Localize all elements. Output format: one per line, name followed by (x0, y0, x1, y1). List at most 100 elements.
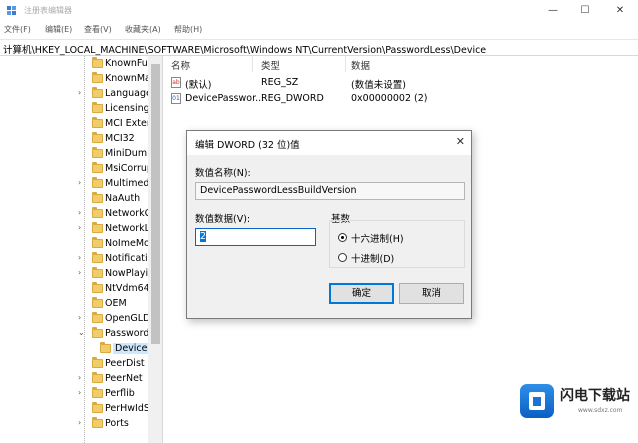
folder-icon (92, 207, 103, 218)
table-row[interactable]: 01 DevicePasswor... REG_DWORD 0x00000002… (165, 92, 638, 107)
value-data: 0x00000002 (2) (351, 93, 428, 104)
tree-item-label: NtVdm64 (105, 283, 150, 294)
folder-icon (92, 192, 103, 203)
minimize-button[interactable]: — (538, 0, 568, 22)
tree-item-label: Multimedi (105, 178, 152, 189)
folder-icon (92, 57, 103, 68)
chevron-right-icon[interactable]: › (78, 223, 81, 232)
value-data-text: 2 (200, 231, 207, 242)
menu-view[interactable]: 查看(V) (84, 24, 112, 35)
tree-item-label: NoImeMo (105, 238, 150, 249)
tree-item-label: MsiCorrup (105, 163, 153, 174)
tree-item-label: NaAuth (105, 193, 141, 204)
value-type: REG_SZ (261, 77, 299, 88)
menu-bar: 文件(F) 编辑(E) 查看(V) 收藏夹(A) 帮助(H) (0, 22, 638, 39)
tree-item-label: OpenGLDr (105, 313, 155, 324)
chevron-down-icon[interactable]: ⌄ (78, 328, 85, 337)
base-groupbox: 十六进制(H) 十进制(D) (329, 220, 465, 268)
table-row[interactable]: ab (默认) REG_SZ (数值未设置) (165, 76, 638, 91)
chevron-right-icon[interactable]: › (78, 388, 81, 397)
folder-icon (92, 87, 103, 98)
tree-item-label: OEM (105, 298, 127, 309)
chevron-right-icon[interactable]: › (78, 178, 81, 187)
watermark-logo-icon (520, 384, 554, 418)
radio-decimal-label: 十进制(D) (351, 254, 395, 265)
value-name-label: 数值名称(N): (195, 168, 251, 179)
tree-scrollbar[interactable] (148, 56, 162, 443)
radio-hexadecimal[interactable]: 十六进制(H) (338, 231, 448, 245)
tree-item-label: PeerDist (105, 358, 145, 369)
menu-edit[interactable]: 编辑(E) (45, 24, 72, 35)
menu-help[interactable]: 帮助(H) (174, 24, 202, 35)
column-separator[interactable] (252, 56, 253, 72)
chevron-right-icon[interactable]: › (78, 253, 81, 262)
site-watermark: 闪电下载站 www.sdxz.com (520, 382, 638, 422)
registry-editor-icon (7, 6, 16, 15)
tree-item-label: MCI32 (105, 133, 135, 144)
watermark-brand: 闪电下载站 (560, 388, 630, 404)
title-bar: 注册表编辑器 — ☐ ✕ (0, 0, 638, 22)
folder-icon (92, 72, 103, 83)
column-header-data[interactable]: 数据 (351, 58, 370, 72)
address-path[interactable]: 计算机\HKEY_LOCAL_MACHINE\SOFTWARE\Microsof… (3, 42, 486, 56)
dialog-title: 编辑 DWORD (32 位)值 (195, 140, 300, 151)
radio-decimal[interactable]: 十进制(D) (338, 251, 448, 265)
chevron-right-icon[interactable]: › (78, 418, 81, 427)
ok-button[interactable]: 确定 (329, 283, 394, 304)
dialog-close-button[interactable]: ✕ (456, 135, 465, 148)
value-data: (数值未设置) (351, 80, 406, 91)
radio-hexadecimal-label: 十六进制(H) (351, 234, 404, 245)
folder-icon (92, 312, 103, 323)
tree-item-label: NetworkLi (105, 223, 153, 234)
value-data-input[interactable]: 2 (195, 228, 316, 246)
folder-icon (92, 162, 103, 173)
folder-icon (92, 177, 103, 188)
tree-item-label: KnownMa (105, 73, 151, 84)
string-value-icon: ab (171, 77, 181, 88)
folder-icon (92, 252, 103, 263)
close-button[interactable]: ✕ (605, 0, 635, 22)
watermark-url: www.sdxz.com (578, 407, 623, 414)
folder-icon (92, 417, 103, 428)
cancel-button[interactable]: 取消 (399, 283, 464, 304)
tree-item-label: Ports (105, 418, 129, 429)
folder-icon (92, 402, 103, 413)
folder-icon (92, 237, 103, 248)
radio-checked-icon (338, 233, 347, 242)
value-name: DevicePasswor... (185, 93, 265, 104)
window-title: 注册表编辑器 (24, 6, 72, 15)
chevron-right-icon[interactable]: › (78, 208, 81, 217)
folder-icon (92, 147, 103, 158)
folder-icon (92, 372, 103, 383)
folder-icon (92, 297, 103, 308)
key-tree[interactable]: KnownFun KnownMa › LanguageI LicensingD … (0, 56, 163, 443)
tree-item-label: Perflib (105, 388, 135, 399)
dialog-title-bar[interactable]: 编辑 DWORD (32 位)值 ✕ (187, 131, 471, 155)
dword-value-icon: 01 (171, 93, 181, 104)
tree-item-label: PeerNet (105, 373, 143, 384)
menu-favorites[interactable]: 收藏夹(A) (125, 24, 161, 35)
tree-item-label: MCI Exten (105, 118, 153, 129)
value-name-field: DevicePasswordLessBuildVersion (195, 182, 465, 200)
folder-icon (92, 117, 103, 128)
chevron-right-icon[interactable]: › (78, 373, 81, 382)
maximize-button[interactable]: ☐ (570, 0, 600, 22)
tree-item-label: PerHwIdSt (105, 403, 154, 414)
folder-icon (92, 282, 103, 293)
tree-guide-line (84, 56, 85, 443)
column-header-type[interactable]: 类型 (261, 58, 280, 72)
column-separator[interactable] (345, 56, 346, 72)
radio-unchecked-icon (338, 253, 347, 262)
chevron-right-icon[interactable]: › (78, 313, 81, 322)
folder-icon (92, 102, 103, 113)
chevron-right-icon[interactable]: › (78, 88, 81, 97)
tree-scrollbar-thumb[interactable] (151, 64, 160, 344)
value-type: REG_DWORD (261, 93, 324, 104)
column-header-name[interactable]: 名称 (171, 58, 190, 72)
address-bar[interactable]: 计算机\HKEY_LOCAL_MACHINE\SOFTWARE\Microsof… (0, 39, 638, 56)
folder-icon (92, 357, 103, 368)
chevron-right-icon[interactable]: › (78, 268, 81, 277)
menu-file[interactable]: 文件(F) (4, 24, 31, 35)
folder-icon (92, 132, 103, 143)
folder-open-icon (100, 342, 111, 353)
